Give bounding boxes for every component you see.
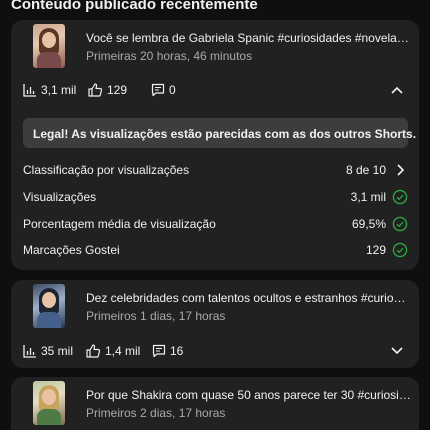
video-time: Primeiros 2 dias, 17 horas xyxy=(86,406,226,420)
metric-row: Marcações Gostei 129 xyxy=(23,241,408,259)
metric-value: 129 xyxy=(365,243,386,257)
comment-icon xyxy=(151,83,165,97)
performance-banner: Legal! As visualizações estão parecidas … xyxy=(23,118,416,148)
chevron-right-icon xyxy=(397,164,405,176)
comments-stat: 16 xyxy=(152,340,183,362)
metric-label: Marcações Gostei xyxy=(23,243,120,257)
likes-stat: 1,4 mil xyxy=(86,340,140,362)
video-title[interactable]: Por que Shakira com quase 50 anos parece… xyxy=(86,388,411,402)
metric-label: Visualizações xyxy=(23,190,97,204)
metric-value: 3,1 mil xyxy=(350,190,386,204)
video-row[interactable]: Dez celebridades com talentos ocultos e … xyxy=(11,280,419,336)
likes-count: 1,4 mil xyxy=(105,344,141,358)
check-circle-icon xyxy=(392,216,408,232)
video-thumbnail[interactable] xyxy=(33,284,65,328)
comment-icon xyxy=(152,344,166,358)
chevron-down-icon xyxy=(391,347,403,355)
video-card: Você se lembra de Gabriela Spanic #curio… xyxy=(11,20,419,270)
video-time: Primeiras 20 horas, 46 minutos xyxy=(86,49,253,63)
likes-stat: 129 xyxy=(88,79,127,101)
video-row[interactable]: Por que Shakira com quase 50 anos parece… xyxy=(11,377,419,430)
metric-label: Porcentagem média de visualização xyxy=(23,217,216,231)
views-stat: 35 mil xyxy=(23,340,73,362)
views-count: 3,1 mil xyxy=(41,83,77,97)
video-time: Primeiros 1 dias, 17 horas xyxy=(86,309,226,323)
metric-label: Classificação por visualizações xyxy=(23,163,190,177)
video-card: Dez celebridades com talentos ocultos e … xyxy=(11,280,419,368)
check-circle-icon xyxy=(392,189,408,205)
thumbs-up-icon xyxy=(88,83,103,97)
likes-count: 129 xyxy=(107,83,128,97)
video-row[interactable]: Você se lembra de Gabriela Spanic #curio… xyxy=(11,20,419,76)
metric-value: 69,5% xyxy=(351,217,386,231)
thumbs-up-icon xyxy=(86,344,101,358)
collapse-button[interactable] xyxy=(387,80,407,100)
video-card: Por que Shakira com quase 50 anos parece… xyxy=(11,377,419,430)
chevron-up-icon xyxy=(391,86,403,94)
metric-row[interactable]: Classificação por visualizações 8 de 10 xyxy=(23,161,408,179)
expand-button[interactable] xyxy=(387,341,407,361)
views-stat: 3,1 mil xyxy=(23,79,76,101)
comments-count: 0 xyxy=(169,83,176,97)
bar-chart-icon xyxy=(23,84,36,97)
bar-chart-icon xyxy=(23,345,36,358)
comments-stat: 0 xyxy=(151,79,176,101)
video-thumbnail[interactable] xyxy=(33,381,65,425)
metric-row: Visualizações 3,1 mil xyxy=(23,188,408,206)
video-thumbnail[interactable] xyxy=(33,24,65,68)
video-title[interactable]: Você se lembra de Gabriela Spanic #curio… xyxy=(86,31,411,45)
views-count: 35 mil xyxy=(41,344,74,358)
comments-count: 16 xyxy=(170,344,184,358)
stats-row: 3,1 mil 129 0 xyxy=(11,79,419,101)
stats-row: 35 mil 1,4 mil 16 xyxy=(11,340,419,362)
metric-row: Porcentagem média de visualização 69,5% xyxy=(23,215,408,233)
check-circle-icon xyxy=(392,242,408,258)
metric-value: 8 de 10 xyxy=(345,163,386,177)
section-title: Conteúdo publicado recentemente xyxy=(11,0,258,13)
video-title[interactable]: Dez celebridades com talentos ocultos e … xyxy=(86,291,411,305)
page: Conteúdo publicado recentemente Você se … xyxy=(0,0,430,430)
